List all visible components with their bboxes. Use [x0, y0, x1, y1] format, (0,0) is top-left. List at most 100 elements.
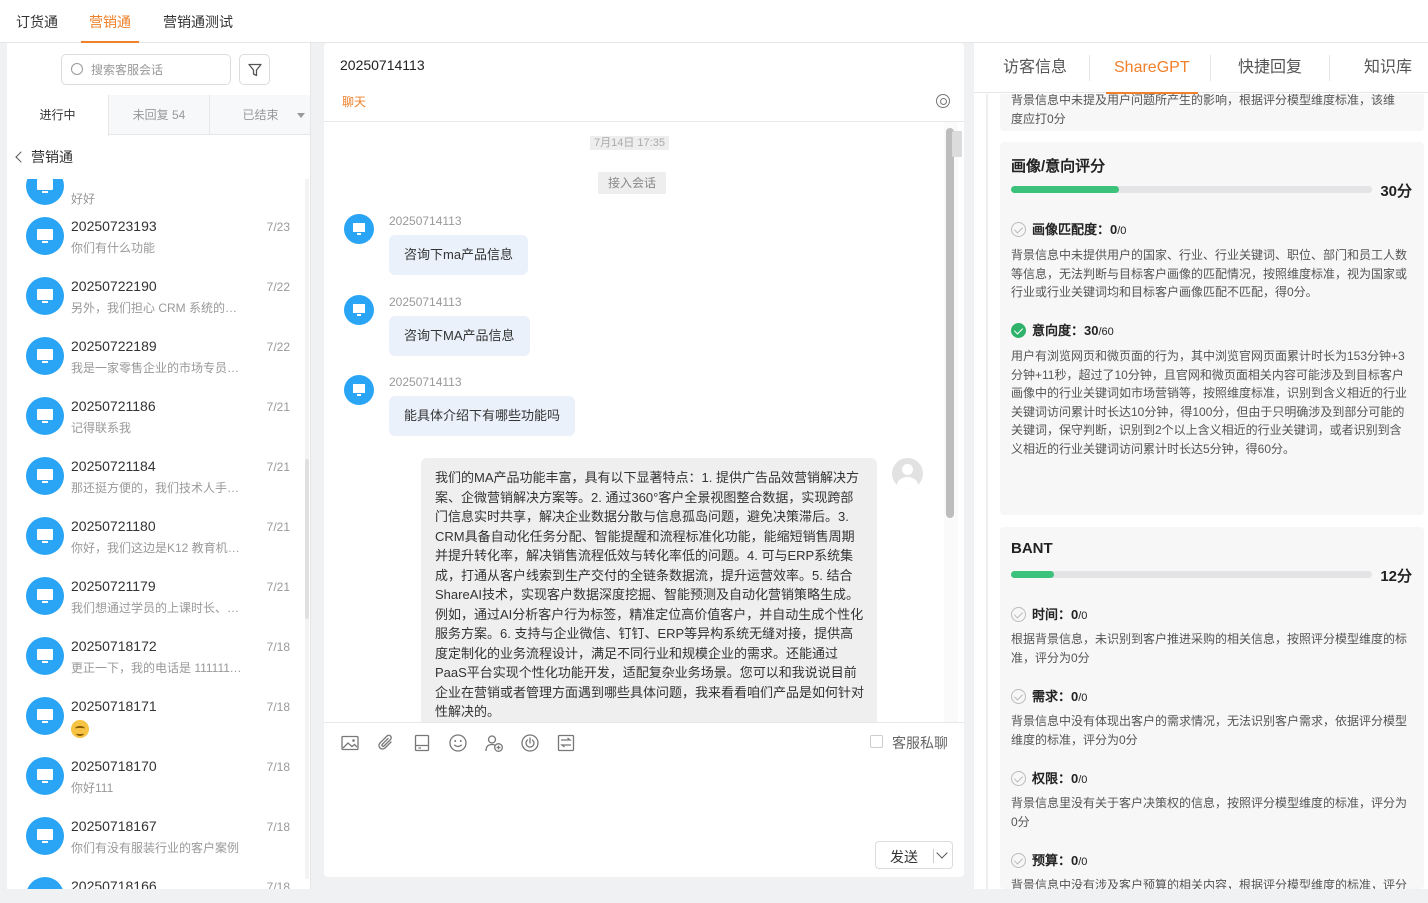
top-tab-yingxiaotong[interactable]: 营销通: [81, 0, 139, 43]
visitor-avatar: [26, 457, 64, 495]
tab-quick-reply[interactable]: 快捷回复: [1238, 43, 1302, 93]
tab-unreplied[interactable]: 未回复 54: [109, 95, 210, 135]
smile-emoji-icon: [71, 720, 89, 738]
settings-icon[interactable]: [936, 94, 950, 108]
search-input[interactable]: [91, 61, 226, 79]
visitor-name: 20250718170: [71, 758, 157, 774]
visitor-avatar: [26, 877, 64, 889]
filter-button[interactable]: [239, 54, 270, 85]
criteria-need: 需求：0/0: [1011, 688, 1087, 706]
check-circle-icon: [1011, 853, 1026, 868]
transfer-icon[interactable]: [556, 733, 576, 753]
list-item[interactable]: 20250722189 7/22 我是一家零售企业的市场专员，最近: [7, 329, 305, 389]
conversation-date: 7/22: [266, 340, 290, 354]
visitor-name: 20250718172: [71, 638, 157, 654]
criteria-description: 背景信息里没有关于客户决策权的信息，按照评分模型维度的标准，评分为0分: [1011, 796, 1408, 829]
list-item[interactable]: 20250721186 7/21 记得联系我: [7, 389, 305, 449]
tab-knowledge-base[interactable]: 知识库: [1364, 43, 1412, 93]
last-message: 更正一下，我的电话是 11111111111: [71, 661, 246, 675]
score-progress: [1011, 571, 1372, 578]
list-item[interactable]: 20250721180 7/21 你好，我们这边是K12 教育机构，想: [7, 509, 305, 569]
incoming-message: 咨询下ma产品信息: [389, 235, 529, 275]
conversation-list-scrollbar[interactable]: [305, 179, 309, 879]
conversation-date: 7/23: [266, 220, 290, 234]
private-chat-checkbox[interactable]: [870, 735, 883, 748]
send-button[interactable]: 发送: [875, 841, 953, 869]
tab-chat[interactable]: 聊天: [342, 93, 366, 110]
filter-icon: [248, 63, 262, 77]
list-item[interactable]: 20250718172 7/18 更正一下，我的电话是 11111111111: [7, 629, 305, 689]
tab-in-progress[interactable]: 进行中: [7, 95, 109, 136]
message-time: 7月14日 17:35: [590, 136, 669, 150]
criteria-profile-match: 画像匹配度：0/0: [1011, 221, 1126, 239]
top-tab-yingxiaotong-test[interactable]: 营销通测试: [163, 0, 233, 43]
criteria-description: 根据背景信息，未识别到客户推进采购的相关信息，按照评分模型维度的标准，评分为0分: [1011, 632, 1408, 665]
score-card-truncated: 背景信息中未提及用户问题所产生的影响，根据评分模型维度标准，该维 度应打0分: [1000, 94, 1424, 131]
criteria-description: 背景信息中没有体现出客户的需求情况，无法识别客户需求，依据评分模型维度的标准，评…: [1011, 714, 1408, 747]
message-sender: 20250714113: [389, 375, 462, 389]
conversation-date: 7/18: [266, 700, 290, 714]
save-icon[interactable]: [412, 733, 432, 753]
agent-avatar: [892, 458, 923, 489]
right-tab-bar: 访客信息 ShareGPT 快捷回复 知识库: [974, 43, 1428, 94]
conversation-date: 7/21: [266, 460, 290, 474]
check-circle-icon: [1011, 323, 1026, 338]
visitor-name: 20250722190: [71, 278, 157, 294]
last-message: 你们有没有服装行业的客户案例: [71, 841, 240, 855]
conversation-date: 7/18: [266, 760, 290, 774]
list-item[interactable]: 20250723193 7/23 你们有什么功能: [7, 209, 305, 269]
tab-visitor-info[interactable]: 访客信息: [1003, 43, 1067, 93]
conversation-date: 7/22: [266, 280, 290, 294]
visitor-name: 20250721179: [71, 578, 156, 594]
criteria-description: 度应打0分: [1011, 112, 1066, 126]
chat-title: 20250714113: [340, 57, 425, 73]
last-message: 你们有什么功能: [71, 241, 156, 255]
visitor-avatar: [26, 397, 64, 435]
session-status-tabs: 进行中 未回复 54 已结束: [7, 95, 310, 136]
criteria-description: 背景信息中没有涉及客户预算的相关内容，根据评分模型维度的标准，评分为0分: [1011, 878, 1408, 889]
last-message: [71, 720, 246, 741]
card-title: BANT: [1011, 540, 1053, 557]
send-label: 发送: [890, 849, 918, 865]
conversation-date: 7/21: [266, 520, 290, 534]
visitor-name: 20250722189: [71, 338, 157, 354]
conversation-date: 7/21: [266, 580, 290, 594]
visitor-name: 20250723193: [71, 218, 157, 234]
tab-sharegpt[interactable]: ShareGPT: [1106, 43, 1198, 94]
score-card-profile-intent: 画像/意向评分 30分 画像匹配度：0/0 背景信息中未提供用户的国家、行业、行…: [1000, 142, 1424, 515]
list-item[interactable]: 20250718171 7/18: [7, 689, 305, 749]
list-item[interactable]: 20250721184 7/21 那还挺方便的，我们技术人手不太够: [7, 449, 305, 509]
tab-ended[interactable]: 已结束: [210, 95, 310, 135]
attachment-icon[interactable]: [376, 733, 396, 753]
image-icon[interactable]: [340, 733, 360, 753]
message-sender: 20250714113: [389, 214, 462, 228]
list-item[interactable]: 20250718170 7/18 你好111: [7, 749, 305, 809]
emoji-icon[interactable]: [448, 733, 468, 753]
group-back-button[interactable]: 营销通: [15, 147, 73, 167]
visitor-avatar: [26, 577, 64, 615]
search-box[interactable]: [61, 54, 231, 85]
criteria-authority: 权限：0/0: [1011, 770, 1087, 788]
list-item[interactable]: 20250721179 7/21 我们想通过学员的上课时长、作业完: [7, 569, 305, 629]
list-item[interactable]: 20250718167 7/18 你们有没有服装行业的客户案例: [7, 809, 305, 869]
criteria-description: 用户有浏览网页和微页面的行为，其中浏览官网页面累计时长为153分钟+3分钟+11…: [1011, 349, 1408, 456]
conversation-date: 7/18: [266, 820, 290, 834]
visitor-avatar: [344, 295, 374, 325]
visitor-avatar: [26, 757, 64, 795]
score-scrollbar[interactable]: [986, 94, 988, 889]
list-item[interactable]: 20250718166 7/18: [7, 869, 305, 889]
chevron-down-icon[interactable]: [936, 847, 948, 859]
top-tab-dinghuotong[interactable]: 订货通: [16, 0, 58, 43]
score-progress: [1011, 186, 1372, 193]
add-user-icon[interactable]: [484, 733, 504, 753]
caret-down-icon: [297, 113, 305, 118]
visitor-avatar: [26, 337, 64, 375]
score-total: 30分: [1380, 183, 1412, 200]
collapse-panel-handle[interactable]: [952, 131, 962, 157]
list-item[interactable]: 20250722190 7/22 另外，我们担心 CRM 系统的实施周期: [7, 269, 305, 329]
power-icon[interactable]: [520, 733, 540, 753]
visitor-avatar: [26, 697, 64, 735]
system-message: 接入会话: [598, 172, 667, 194]
last-message: 我们想通过学员的上课时长、作业完: [71, 601, 246, 615]
chat-scrollbar[interactable]: [946, 128, 954, 518]
